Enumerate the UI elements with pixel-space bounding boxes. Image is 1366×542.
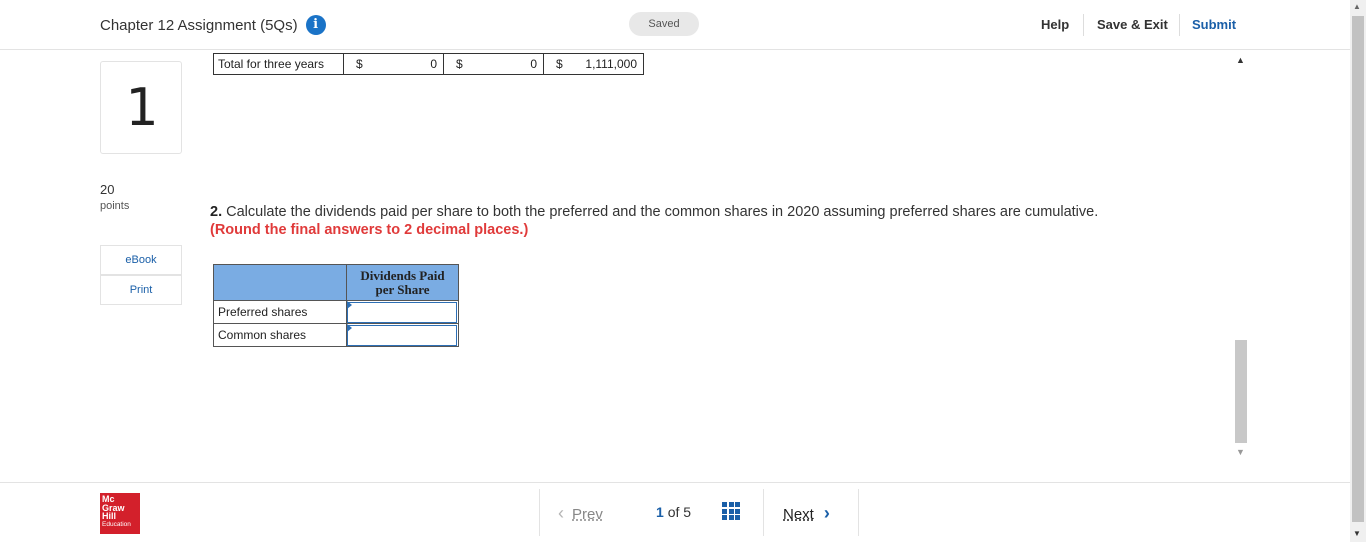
prev-button[interactable]: ‹ Prev xyxy=(558,503,603,524)
common-cell xyxy=(346,323,459,347)
help-link[interactable]: Help xyxy=(1041,17,1069,32)
chevron-left-icon: ‹ xyxy=(558,503,564,523)
input-marker-icon xyxy=(347,324,352,332)
window-scroll-thumb[interactable] xyxy=(1352,16,1364,522)
total-label: Total for three years xyxy=(213,53,344,75)
points-value: 20 xyxy=(100,182,115,197)
submit-link[interactable]: Submit xyxy=(1192,17,1236,32)
table-header-blank xyxy=(213,264,347,301)
saved-status-badge: Saved xyxy=(629,12,699,36)
total-cell-1: $ 0 xyxy=(343,53,444,75)
total-cell-2: $ 0 xyxy=(443,53,544,75)
nav-divider xyxy=(763,489,764,536)
mcgraw-hill-logo: Mc Graw Hill Education xyxy=(100,493,140,534)
table-row: Total for three years $ 0 $ 0 $ 1,111,00… xyxy=(213,53,644,75)
input-marker-icon xyxy=(347,301,352,309)
table-row: Common shares xyxy=(213,323,459,347)
header-divider xyxy=(1179,14,1180,36)
grid-view-icon[interactable] xyxy=(722,502,740,520)
table-header-row: Dividends Paid per Share xyxy=(213,264,459,301)
rounding-instruction: (Round the final answers to 2 decimal pl… xyxy=(210,222,529,238)
save-exit-link[interactable]: Save & Exit xyxy=(1097,17,1168,32)
common-dividend-input[interactable] xyxy=(347,324,457,346)
dividend-table: Dividends Paid per Share Preferred share… xyxy=(213,264,459,347)
preferred-cell xyxy=(346,300,459,324)
prev-label: Prev xyxy=(572,506,603,523)
next-label: Next xyxy=(783,506,814,523)
chevron-right-icon: › xyxy=(823,503,830,523)
table-header-dividends: Dividends Paid per Share xyxy=(346,264,459,301)
nav-divider xyxy=(858,489,859,536)
total-table: Total for three years $ 0 $ 0 $ 1,111,00… xyxy=(213,53,644,75)
currency-symbol: $ xyxy=(556,57,563,71)
question-part-number: 2. xyxy=(210,204,223,220)
total-value: 0 xyxy=(430,57,437,71)
current-page: 1 xyxy=(656,504,664,520)
total-value: 1,111,000 xyxy=(585,57,637,71)
points-label: points xyxy=(100,200,130,212)
question-number: 1 xyxy=(125,78,159,138)
currency-symbol: $ xyxy=(456,57,463,71)
assignment-title-text: Chapter 12 Assignment (5Qs) xyxy=(100,16,298,34)
info-icon[interactable]: i xyxy=(305,15,326,35)
scroll-down-arrow-icon[interactable]: ▼ xyxy=(1236,447,1245,457)
total-value: 0 xyxy=(530,57,537,71)
table-row: Preferred shares xyxy=(213,300,459,324)
footer-bar: Mc Graw Hill Education ‹ Prev 1 of 5 Next… xyxy=(0,482,1350,542)
assignment-title: Chapter 12 Assignment (5Qs) i xyxy=(100,15,326,35)
window-scroll-down-icon[interactable]: ▼ xyxy=(1353,529,1361,538)
window-scroll-up-icon[interactable]: ▲ xyxy=(1353,2,1361,11)
row-label-common: Common shares xyxy=(213,323,347,347)
logo-line: Education xyxy=(102,520,131,528)
next-button[interactable]: Next › xyxy=(783,503,830,524)
ebook-button[interactable]: eBook xyxy=(100,245,182,275)
question-text: 2. Calculate the dividends paid per shar… xyxy=(210,203,1110,239)
page-of: of xyxy=(667,504,680,520)
currency-symbol: $ xyxy=(356,57,363,71)
question-number-box: 1 xyxy=(100,61,182,154)
print-button[interactable]: Print xyxy=(100,275,182,305)
preferred-dividend-input[interactable] xyxy=(347,301,457,323)
question-content: Total for three years $ 0 $ 0 $ 1,111,00… xyxy=(190,51,1248,461)
row-label-preferred: Preferred shares xyxy=(213,300,347,324)
logo-line: Hill xyxy=(102,511,117,521)
page-indicator: 1 of 5 xyxy=(656,504,691,520)
top-bar: Chapter 12 Assignment (5Qs) i Saved Help… xyxy=(0,0,1350,50)
scroll-up-arrow-icon[interactable]: ▲ xyxy=(1236,55,1245,65)
question-body: Calculate the dividends paid per share t… xyxy=(226,204,1099,220)
nav-divider xyxy=(539,489,540,536)
header-divider xyxy=(1083,14,1084,36)
total-pages: 5 xyxy=(683,504,692,520)
total-cell-3: $ 1,111,000 xyxy=(543,53,644,75)
content-scroll-thumb[interactable] xyxy=(1235,340,1247,443)
